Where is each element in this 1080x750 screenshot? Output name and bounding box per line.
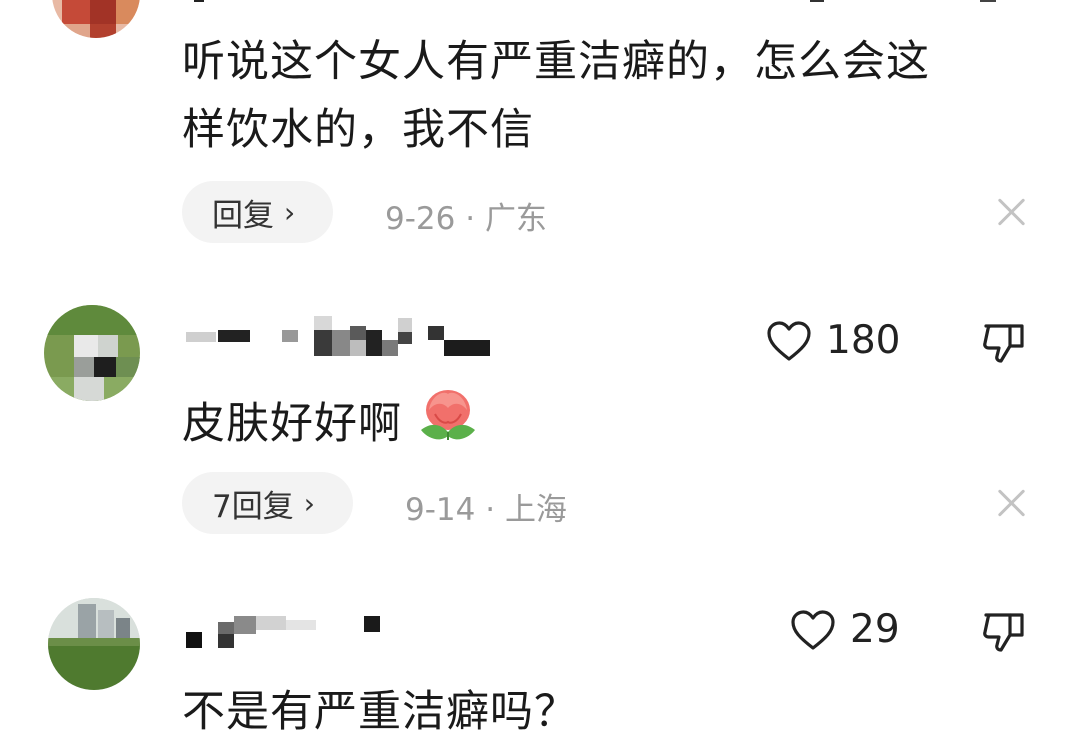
- pixel-block: [234, 616, 256, 634]
- avatar-pixel: [116, 0, 140, 24]
- pixel-block: [398, 318, 412, 332]
- avatar[interactable]: [44, 305, 140, 401]
- reply-label: 7回复: [212, 488, 294, 525]
- pixel-block: [218, 330, 250, 342]
- thumbs-down-icon[interactable]: [980, 607, 1028, 655]
- heart-icon: [791, 609, 835, 650]
- comment-date: 9-26: [385, 201, 456, 237]
- pixel-block: [282, 330, 298, 342]
- avatar-pixel: [44, 305, 140, 335]
- pixel-block: [218, 634, 234, 648]
- avatar[interactable]: [48, 598, 140, 690]
- like-button[interactable]: 180: [766, 318, 900, 363]
- avatar-pixel: [90, 0, 116, 24]
- like-count: 29: [850, 607, 900, 652]
- pixel-block: [194, 0, 204, 2]
- comment-text: 皮肤好好啊: [182, 386, 479, 456]
- pixel-block: [314, 330, 332, 356]
- pixel-block: [398, 332, 412, 344]
- pixel-block: [350, 326, 366, 340]
- like-count: 180: [826, 318, 901, 363]
- avatar-pixel: [74, 357, 94, 377]
- reply-label: 回复: [212, 197, 274, 234]
- avatar-pixel: [90, 24, 116, 38]
- pixel-block: [218, 622, 234, 634]
- avatar-pixel: [116, 357, 140, 377]
- comment-location: 广东: [484, 201, 547, 237]
- like-button[interactable]: 29: [790, 607, 900, 652]
- username-obscured[interactable]: [190, 0, 1010, 6]
- pixel-block: [314, 316, 332, 330]
- pixel-block: [186, 632, 202, 648]
- avatar-pixel: [62, 0, 90, 24]
- comment-meta: 9-26 · 广东: [385, 193, 547, 238]
- pixel-block: [286, 620, 316, 630]
- reply-button[interactable]: 回复 ›: [182, 181, 334, 243]
- avatar-pixel: [62, 24, 90, 38]
- pixel-block: [186, 332, 216, 342]
- comment-meta: 9-14 · 上海: [405, 484, 567, 529]
- separator-dot: ·: [465, 201, 476, 237]
- chevron-right-icon: ›: [284, 195, 296, 229]
- pixel-block: [444, 340, 490, 356]
- avatar-pixel: [48, 638, 140, 646]
- separator-dot: ·: [485, 492, 496, 528]
- pixel-block: [980, 0, 996, 2]
- comment-text-line: 样饮水的，我不信: [182, 105, 534, 155]
- thumbs-down-icon[interactable]: [980, 318, 1028, 366]
- avatar-pixel: [48, 644, 140, 690]
- pixel-block: [350, 340, 366, 356]
- avatar-pixel: [74, 377, 104, 401]
- comment-date: 9-14: [405, 492, 476, 528]
- comment-location: 上海: [504, 492, 567, 528]
- comment-text: 不是有严重洁癖吗？: [182, 687, 578, 737]
- pixel-block: [366, 330, 382, 356]
- comment-text-content: 皮肤好好啊: [182, 399, 402, 449]
- pixel-block: [364, 616, 380, 632]
- avatar-pixel: [94, 357, 116, 377]
- pixel-block: [382, 340, 398, 356]
- close-icon[interactable]: [997, 488, 1027, 518]
- pixel-block: [332, 330, 350, 356]
- peach-emoji: [420, 390, 475, 440]
- chevron-right-icon: ›: [303, 486, 315, 520]
- avatar-pixel: [98, 335, 118, 357]
- username-obscured[interactable]: [186, 612, 386, 652]
- pixel-block: [256, 616, 286, 630]
- pixel-block: [810, 0, 824, 2]
- avatar-pixel: [74, 335, 98, 357]
- close-icon[interactable]: [997, 197, 1027, 227]
- username-obscured[interactable]: [186, 316, 496, 356]
- heart-icon: [767, 320, 811, 361]
- avatar[interactable]: [52, 0, 140, 38]
- reply-button[interactable]: 7回复 ›: [182, 472, 353, 534]
- pixel-block: [428, 326, 444, 340]
- comment-text-line: 听说这个女人有严重洁癖的，怎么会这: [182, 37, 930, 87]
